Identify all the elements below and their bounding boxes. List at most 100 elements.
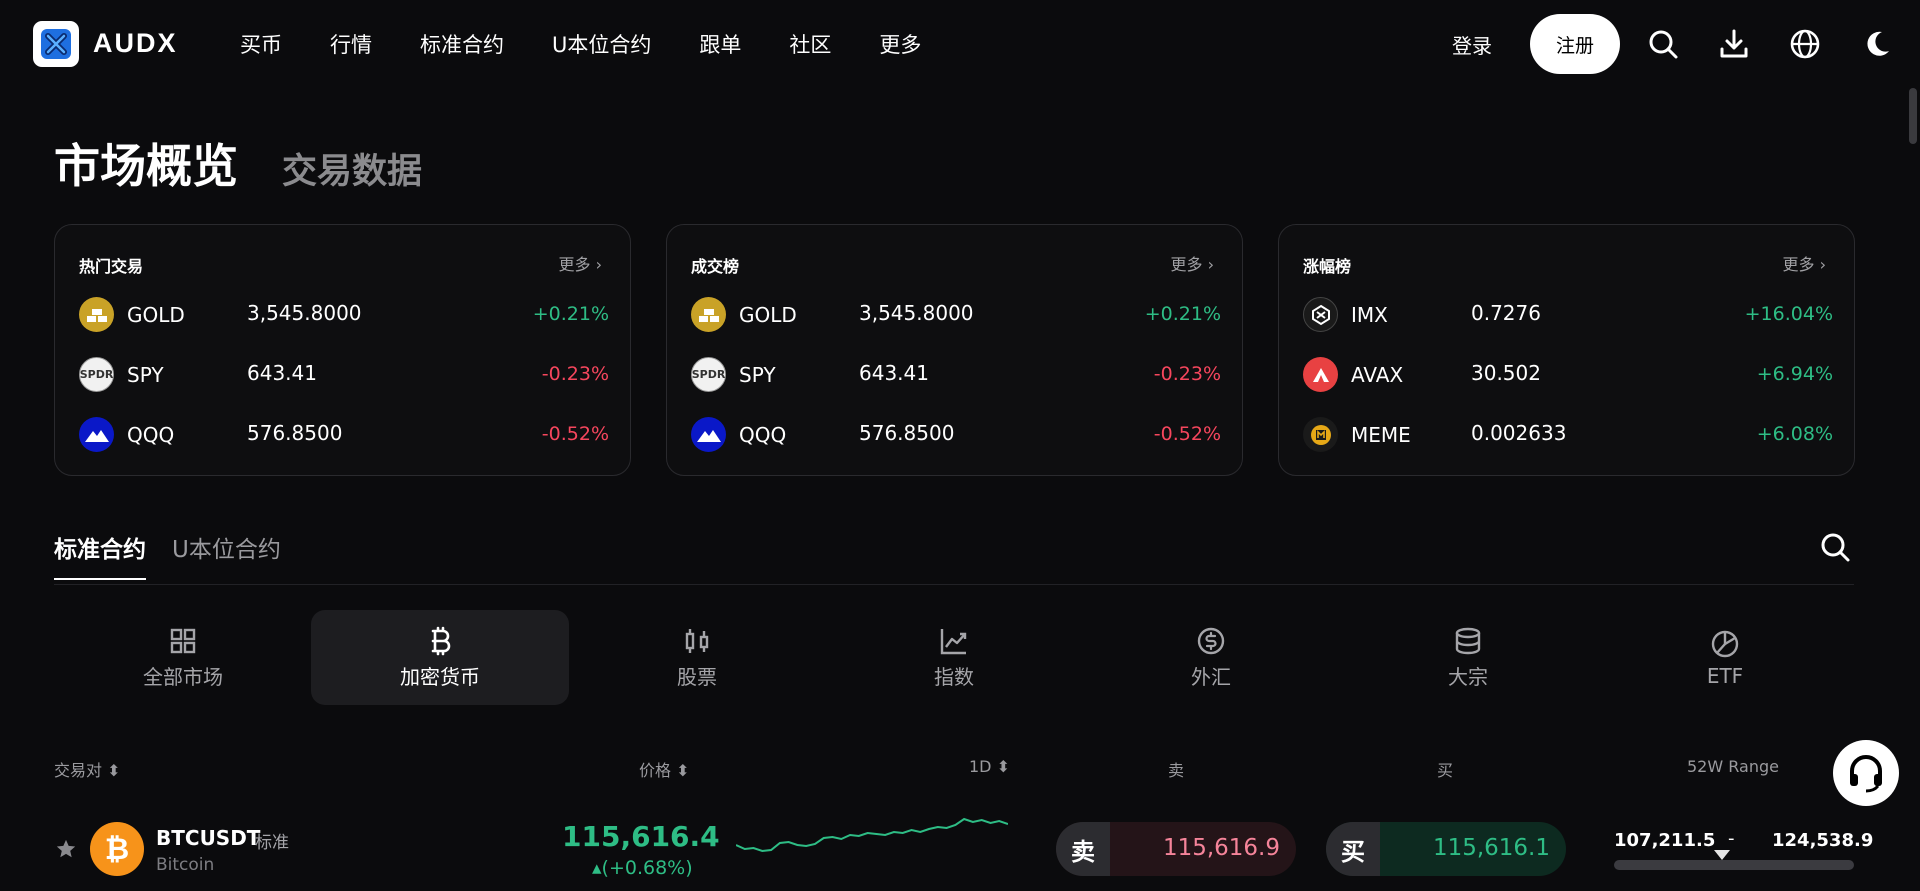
sell-label: 卖 <box>1056 822 1110 876</box>
last-price: 115,616.4 <box>562 820 720 853</box>
page-title: 市场概览 <box>54 139 238 193</box>
gold-icon <box>79 297 114 332</box>
card-more-link[interactable]: 更多 › <box>1171 251 1215 275</box>
search-icon[interactable] <box>1646 27 1680 61</box>
nav-item-buy-crypto[interactable]: 买币 <box>240 29 282 59</box>
nav-item-copy-trading[interactable]: 跟单 <box>699 29 741 59</box>
category-stocks[interactable]: 股票 <box>568 610 826 705</box>
login-link[interactable]: 登录 <box>1452 30 1492 59</box>
volume-ranking-card: 成交榜 更多 › GOLD 3,545.8000 +0.21% SPDR SPY… <box>666 224 1243 476</box>
symbol: SPY <box>739 363 776 387</box>
card-more-link[interactable]: 更多 › <box>1783 251 1827 275</box>
pair-tag: 标准 <box>255 833 289 853</box>
top-gainers-card: 涨幅榜 更多 › IMX 0.7276 +16.04% AVAX 30.502 … <box>1278 224 1855 476</box>
market-row[interactable]: AVAX 30.502 +6.94% <box>1303 355 1833 395</box>
card-more-link[interactable]: 更多 › <box>559 251 603 275</box>
column-header-price[interactable]: 价格 ⬍ <box>639 757 690 781</box>
globe-icon[interactable] <box>1788 27 1822 61</box>
invesco-icon <box>79 417 114 452</box>
nav-item-usdt-futures[interactable]: U本位合约 <box>552 29 651 59</box>
column-header-buy: 买 <box>1437 761 1454 780</box>
database-icon <box>1455 627 1481 655</box>
favorite-star-icon[interactable] <box>55 838 77 860</box>
dark-mode-moon-icon[interactable] <box>1860 27 1894 61</box>
change-percent: +0.21% <box>532 303 609 325</box>
contract-tabs: 标准合约 U本位合约 <box>54 530 307 580</box>
headset-icon <box>1850 755 1882 793</box>
page-scrollbar[interactable] <box>1909 88 1917 144</box>
tab-standard-futures[interactable]: 标准合约 <box>54 530 146 580</box>
column-header-pair[interactable]: 交易对 ⬍ <box>54 757 121 781</box>
tab-usdt-futures[interactable]: U本位合约 <box>172 530 281 580</box>
category-label: ETF <box>1706 663 1744 688</box>
change-percent: +16.04% <box>1744 303 1833 325</box>
category-label: 加密货币 <box>400 665 480 689</box>
line-chart-icon <box>940 629 967 655</box>
sparkline-path <box>736 817 1008 853</box>
sell-button[interactable]: 卖 115,616.9 <box>1056 822 1296 876</box>
category-label: 股票 <box>677 665 717 689</box>
price: 576.8500 <box>247 421 343 445</box>
nav-item-more[interactable]: 更多 <box>879 29 921 59</box>
change-percent: -0.23% <box>541 363 609 385</box>
register-button[interactable]: 注册 <box>1530 14 1620 74</box>
imx-icon <box>1303 297 1338 332</box>
category-forex[interactable]: 外汇 <box>1082 610 1340 705</box>
audx-logo[interactable] <box>33 21 79 67</box>
gold-icon <box>691 297 726 332</box>
category-commodities[interactable]: 大宗 <box>1339 610 1597 705</box>
range-high: 124,538.9 <box>1772 830 1874 851</box>
hot-trading-card: 热门交易 更多 › GOLD 3,545.8000 +0.21% SPDR SP… <box>54 224 631 476</box>
symbol: IMX <box>1351 303 1388 327</box>
nav-item-markets[interactable]: 行情 <box>330 29 372 59</box>
category-label: 全部市场 <box>143 665 223 689</box>
category-label: 大宗 <box>1448 665 1488 689</box>
symbol: AVAX <box>1351 363 1404 387</box>
card-title: 成交榜 <box>691 257 740 276</box>
logo-mark-icon <box>41 29 71 59</box>
market-row[interactable]: MEME 0.002633 +6.08% <box>1303 415 1833 455</box>
symbol: MEME <box>1351 423 1411 447</box>
buy-button[interactable]: 买 115,616.1 <box>1326 822 1566 876</box>
category-all-markets[interactable]: 全部市场 <box>54 610 312 705</box>
change-percent: +0.21% <box>1144 303 1221 325</box>
candlestick-icon <box>685 629 709 653</box>
symbol: GOLD <box>739 303 797 327</box>
customer-support-button[interactable] <box>1833 740 1899 806</box>
column-header-sell: 卖 <box>1168 761 1185 780</box>
category-crypto[interactable]: 加密货币 <box>311 610 569 705</box>
search-icon[interactable] <box>1818 530 1852 564</box>
main-menu: 买币 行情 标准合约 U本位合约 跟单 社区 更多 <box>240 29 969 59</box>
market-row[interactable]: GOLD 3,545.8000 +0.21% <box>691 295 1221 335</box>
market-row[interactable]: QQQ 576.8500 -0.52% <box>79 415 609 455</box>
nav-item-community[interactable]: 社区 <box>789 29 831 59</box>
pair-name: Bitcoin <box>156 855 215 875</box>
invesco-icon <box>691 417 726 452</box>
market-row[interactable]: GOLD 3,545.8000 +0.21% <box>79 295 609 335</box>
change-percent: +6.94% <box>1756 363 1833 385</box>
range-separator: - <box>1728 828 1735 849</box>
sparkline-chart <box>736 817 1008 853</box>
category-indices[interactable]: 指数 <box>825 610 1083 705</box>
market-row[interactable]: QQQ 576.8500 -0.52% <box>691 415 1221 455</box>
market-row[interactable]: SPDR SPY 643.41 -0.23% <box>79 355 609 395</box>
market-row[interactable]: SPDR SPY 643.41 -0.23% <box>691 355 1221 395</box>
bitcoin-coin-icon: ₿ <box>90 822 144 876</box>
pair-symbol[interactable]: BTCUSDT <box>156 826 260 850</box>
nav-item-standard-futures[interactable]: 标准合约 <box>420 29 504 59</box>
top-navigation: AUDX 买币 行情 标准合约 U本位合约 跟单 社区 更多 登录 注册 <box>0 0 1920 88</box>
page-subtitle-tab[interactable]: 交易数据 <box>282 143 422 194</box>
column-header-period[interactable]: 1D ⬍ <box>969 757 1010 776</box>
price: 643.41 <box>247 361 317 385</box>
price: 3,545.8000 <box>859 301 974 325</box>
market-row[interactable]: IMX 0.7276 +16.04% <box>1303 295 1833 335</box>
symbol: SPY <box>127 363 164 387</box>
category-etf[interactable]: ETF <box>1596 610 1854 705</box>
buy-label: 买 <box>1326 822 1380 876</box>
range-marker <box>1714 850 1730 860</box>
price: 576.8500 <box>859 421 955 445</box>
price: 0.002633 <box>1471 421 1567 445</box>
price: 30.502 <box>1471 361 1541 385</box>
download-icon[interactable] <box>1717 27 1751 61</box>
column-header-52w-range: 52W Range <box>1687 757 1779 776</box>
